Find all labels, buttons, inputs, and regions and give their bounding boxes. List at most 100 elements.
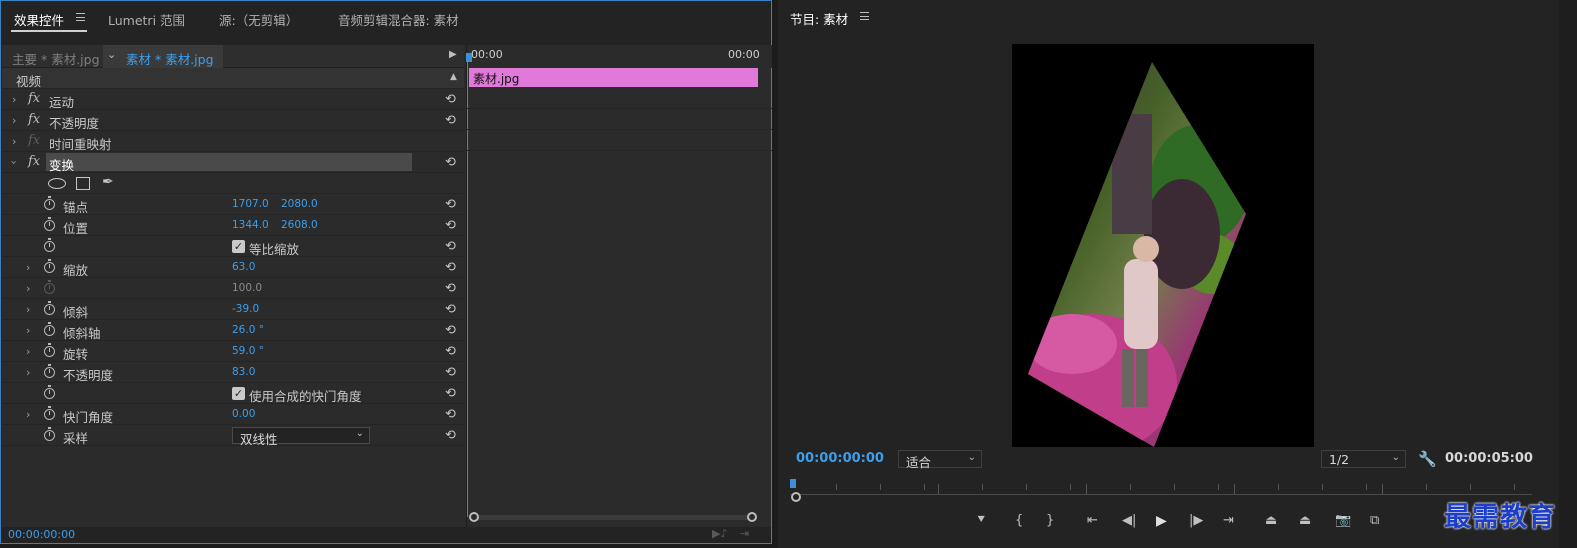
- sequence-clip-selector[interactable]: ⌄ 素材 * 素材.jpg: [103, 45, 223, 68]
- current-timecode[interactable]: 00:00:00:00: [796, 451, 884, 466]
- export-icon[interactable]: ⇥: [740, 527, 749, 540]
- rotation-value[interactable]: 59.0 °: [232, 345, 264, 357]
- chevron-right-icon[interactable]: ›: [26, 366, 30, 379]
- scale-value[interactable]: 63.0: [232, 261, 255, 273]
- position-x-value[interactable]: 1344.0: [232, 219, 269, 231]
- tab-source[interactable]: 源:（无剪辑）: [219, 10, 298, 29]
- stopwatch-icon[interactable]: [44, 427, 55, 441]
- pen-mask-icon[interactable]: ✒: [102, 174, 114, 190]
- effect-row-time-remap[interactable]: › fx 时间重映射: [2, 131, 464, 152]
- anchor-x-value[interactable]: 1707.0: [232, 198, 269, 210]
- opacity-value[interactable]: 83.0: [232, 366, 255, 378]
- stopwatch-icon[interactable]: [44, 343, 55, 357]
- program-video-frame[interactable]: [1012, 44, 1314, 447]
- chevron-right-icon[interactable]: ›: [26, 324, 30, 337]
- reset-icon[interactable]: ⟲: [445, 218, 456, 233]
- scroll-handle-left[interactable]: [469, 512, 479, 522]
- ellipse-mask-icon[interactable]: [48, 178, 66, 189]
- timeline-scrollbar[interactable]: [473, 515, 753, 520]
- playhead-marker-icon[interactable]: [790, 479, 796, 488]
- fx-icon[interactable]: fx: [28, 91, 40, 106]
- add-marker-icon[interactable]: ⯆: [976, 513, 986, 528]
- wrench-icon[interactable]: 🔧: [1418, 450, 1437, 468]
- rect-mask-icon[interactable]: [76, 177, 90, 190]
- reset-icon[interactable]: ⟲: [445, 281, 456, 296]
- stopwatch-icon[interactable]: [44, 259, 55, 273]
- stopwatch-icon[interactable]: [44, 406, 55, 420]
- scroll-handle-right[interactable]: [747, 512, 757, 522]
- reset-icon[interactable]: ⟲: [445, 428, 456, 443]
- effect-row-opacity[interactable]: › fx 不透明度 ⟲: [2, 110, 464, 131]
- stopwatch-icon[interactable]: [44, 322, 55, 336]
- mark-out-icon[interactable]: }: [1046, 513, 1054, 528]
- extract-icon[interactable]: ⏏: [1299, 513, 1311, 528]
- play-audio-icon[interactable]: ▶♪: [712, 527, 727, 540]
- play-icon[interactable]: ▶: [1156, 513, 1167, 529]
- reset-icon[interactable]: ⟲: [445, 323, 456, 338]
- scroll-handle-left[interactable]: [791, 492, 801, 502]
- reset-icon[interactable]: ⟲: [445, 344, 456, 359]
- effect-row-motion[interactable]: › fx 运动 ⟲: [2, 89, 464, 110]
- mark-in-icon[interactable]: {: [1015, 513, 1023, 528]
- lift-icon[interactable]: ⏏: [1265, 513, 1277, 528]
- step-back-icon[interactable]: ◀|: [1122, 513, 1136, 528]
- stopwatch-icon[interactable]: [44, 238, 55, 252]
- collapse-up-icon[interactable]: ▲: [450, 72, 457, 82]
- position-y-value[interactable]: 2608.0: [281, 219, 318, 231]
- stopwatch-icon[interactable]: [44, 217, 55, 231]
- fx-icon[interactable]: fx: [28, 112, 40, 127]
- compare-icon[interactable]: ⧉: [1370, 513, 1379, 528]
- stopwatch-icon[interactable]: [44, 385, 55, 399]
- chevron-right-icon[interactable]: ›: [12, 93, 16, 106]
- skew-value[interactable]: -39.0: [232, 303, 259, 315]
- program-timeline-ruler[interactable]: [790, 478, 1540, 502]
- camera-icon[interactable]: 📷: [1335, 513, 1351, 528]
- step-forward-icon[interactable]: |▶: [1189, 513, 1203, 528]
- composition-shutter-checkbox[interactable]: ✓: [232, 387, 245, 400]
- reset-icon[interactable]: ⟲: [445, 155, 456, 170]
- chevron-right-icon[interactable]: ›: [12, 114, 16, 127]
- skew-axis-value[interactable]: 26.0 °: [232, 324, 264, 336]
- fx-icon[interactable]: fx: [28, 154, 40, 169]
- chevron-right-icon[interactable]: ›: [26, 408, 30, 421]
- go-to-out-icon[interactable]: ⇥: [1223, 513, 1234, 528]
- go-to-in-icon[interactable]: ⇤: [1087, 513, 1098, 528]
- shutter-angle-value[interactable]: 0.00: [232, 408, 255, 420]
- master-clip-tab[interactable]: 主要 * 素材.jpg: [12, 49, 100, 68]
- reset-icon[interactable]: ⟲: [445, 365, 456, 380]
- reset-icon[interactable]: ⟲: [445, 302, 456, 317]
- reset-icon[interactable]: ⟲: [445, 386, 456, 401]
- chevron-right-icon[interactable]: ›: [12, 135, 16, 148]
- reset-icon[interactable]: ⟲: [445, 407, 456, 422]
- resolution-dropdown[interactable]: 1/2 ⌄: [1321, 450, 1406, 468]
- anchor-y-value[interactable]: 2080.0: [281, 198, 318, 210]
- tab-audio-clip-mixer[interactable]: 音频剪辑混合器: 素材: [338, 10, 459, 29]
- program-monitor-title[interactable]: 节目: 素材: [790, 9, 848, 28]
- reset-icon[interactable]: ⟲: [445, 239, 456, 254]
- reset-icon[interactable]: ⟲: [445, 92, 456, 107]
- stopwatch-icon[interactable]: [44, 364, 55, 378]
- reset-icon[interactable]: ⟲: [445, 260, 456, 275]
- chevron-right-icon[interactable]: ›: [26, 303, 30, 316]
- tab-lumetri-scopes[interactable]: Lumetri 范围: [108, 10, 185, 29]
- chevron-right-icon[interactable]: ›: [26, 345, 30, 358]
- menu-icon[interactable]: [860, 12, 869, 20]
- play-triangle-icon[interactable]: ▶: [449, 49, 457, 60]
- clip-bar[interactable]: 素材.jpg: [469, 68, 758, 87]
- timeline-ruler[interactable]: 00:00 00:00: [466, 45, 772, 68]
- fit-dropdown[interactable]: 适合 ⌄: [898, 450, 982, 470]
- stopwatch-icon[interactable]: [44, 301, 55, 315]
- menu-icon[interactable]: [76, 13, 85, 21]
- uniform-scale-checkbox[interactable]: ✓: [232, 240, 245, 253]
- effect-row-transform[interactable]: › fx 变换 ⟲: [2, 152, 464, 173]
- sampling-dropdown[interactable]: 双线性 ⌄: [232, 427, 370, 447]
- playhead-line[interactable]: [467, 55, 468, 517]
- chevron-right-icon[interactable]: ›: [26, 282, 30, 295]
- reset-icon[interactable]: ⟲: [445, 113, 456, 128]
- reset-icon[interactable]: ⟲: [445, 197, 456, 212]
- chevron-down-icon[interactable]: ›: [8, 160, 21, 164]
- stopwatch-icon[interactable]: [44, 196, 55, 210]
- chevron-right-icon[interactable]: ›: [26, 261, 30, 274]
- footer-timecode[interactable]: 00:00:00:00: [8, 528, 75, 541]
- tab-effect-controls[interactable]: 效果控件: [14, 10, 64, 29]
